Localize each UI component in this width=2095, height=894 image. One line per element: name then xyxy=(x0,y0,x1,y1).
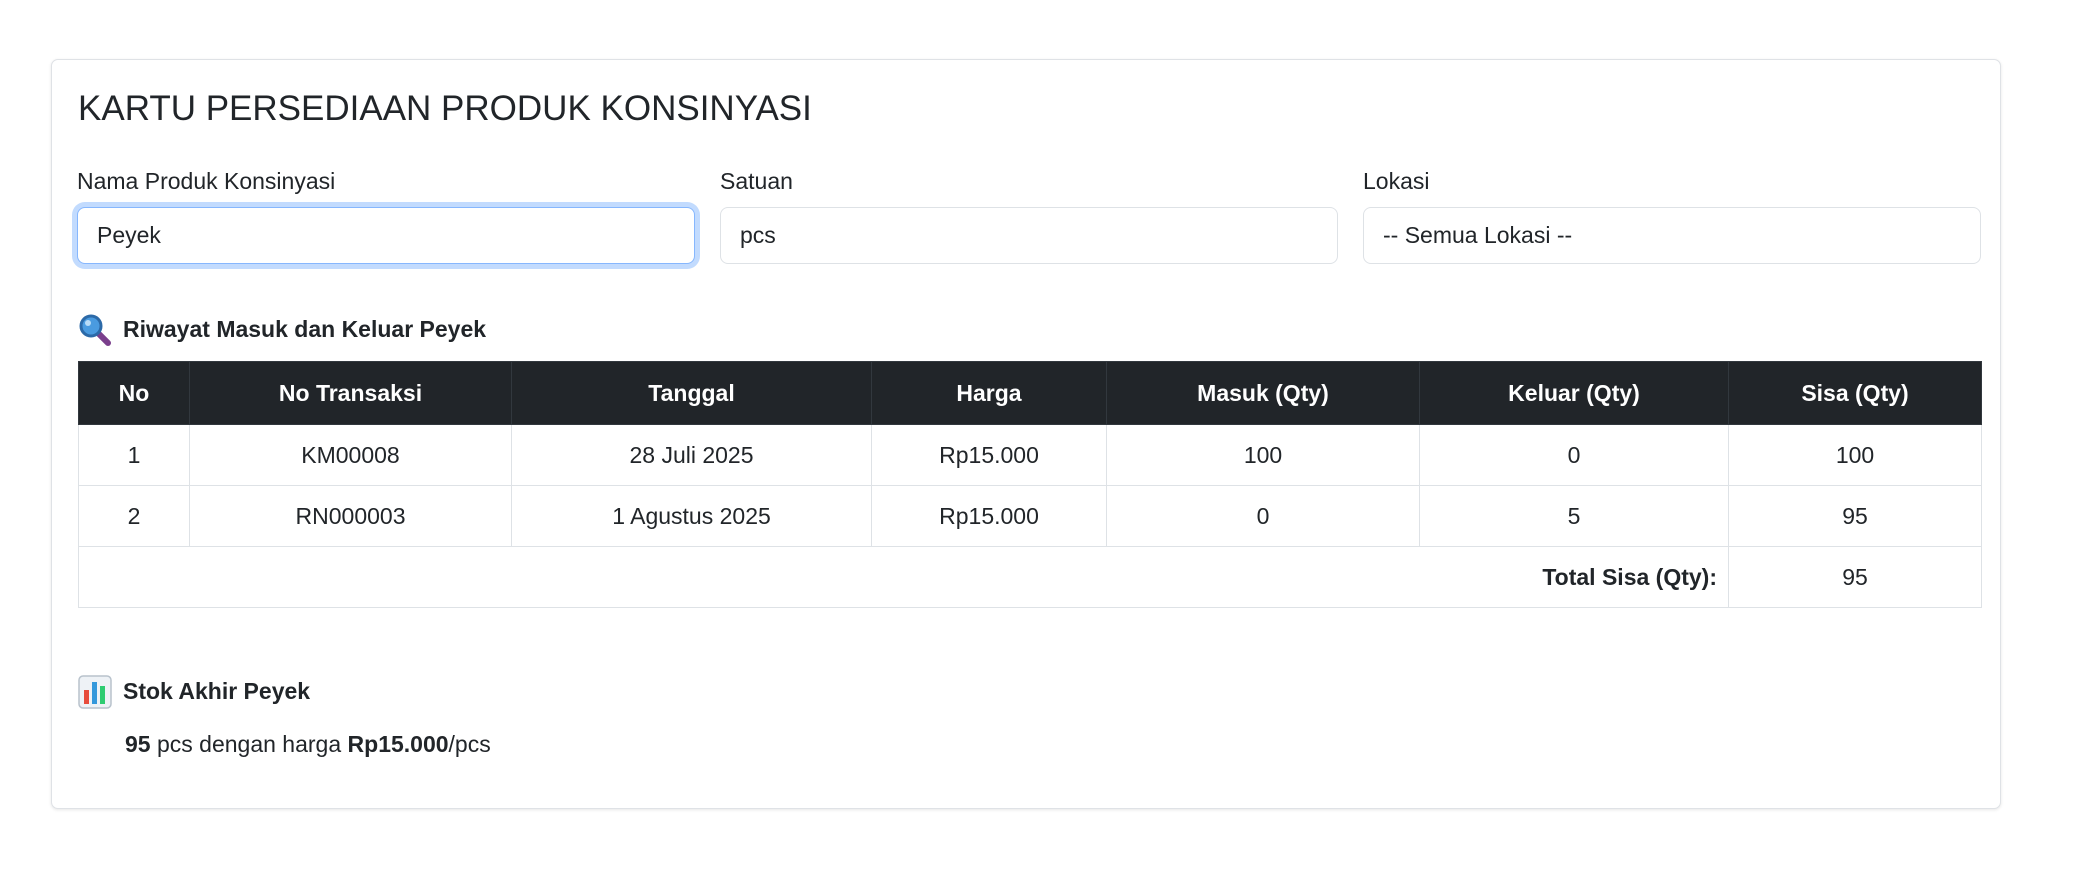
column-header: Sisa (Qty) xyxy=(1728,361,1982,425)
cell-in: 100 xyxy=(1106,424,1420,486)
cell-price: Rp15.000 xyxy=(871,485,1107,547)
cell-balance: 95 xyxy=(1728,485,1982,547)
unit-input[interactable]: pcs xyxy=(720,207,1338,264)
total-row: Total Sisa (Qty): 95 xyxy=(78,546,1982,608)
final-stock-price: Rp15.000 xyxy=(347,731,449,757)
total-label: Total Sisa (Qty): xyxy=(78,546,1729,608)
location-field: Lokasi -- Semua Lokasi -- xyxy=(1363,168,1981,264)
product-label: Nama Produk Konsinyasi xyxy=(77,168,336,194)
unit-field: Satuan pcs xyxy=(720,168,1338,264)
cell-out: 5 xyxy=(1419,485,1729,547)
cell-in: 0 xyxy=(1106,485,1420,547)
final-stock-summary: 95 pcs dengan harga Rp15.000/pcs xyxy=(125,731,491,759)
bar-chart-icon xyxy=(78,675,112,709)
cell-no: 1 xyxy=(78,424,190,486)
history-heading: Riwayat Masuk dan Keluar Peyek xyxy=(78,313,486,347)
cell-transaction: RN000003 xyxy=(189,485,512,547)
product-input[interactable]: Peyek xyxy=(77,207,695,264)
column-header: Masuk (Qty) xyxy=(1106,361,1420,425)
location-select[interactable]: -- Semua Lokasi -- xyxy=(1363,207,1981,264)
cell-no: 2 xyxy=(78,485,190,547)
final-stock-unit: /pcs xyxy=(448,731,491,757)
cell-price: Rp15.000 xyxy=(871,424,1107,486)
table-row: 2 RN000003 1 Agustus 2025 Rp15.000 0 5 9… xyxy=(78,485,1982,547)
magnifier-icon xyxy=(78,313,112,347)
column-header: No Transaksi xyxy=(189,361,512,425)
unit-label: Satuan xyxy=(720,168,793,194)
final-stock-heading: Stok Akhir Peyek xyxy=(78,675,310,709)
total-value: 95 xyxy=(1728,546,1982,608)
final-stock-heading-text: Stok Akhir Peyek xyxy=(123,678,311,705)
final-stock-qty: 95 xyxy=(125,731,151,757)
cell-balance: 100 xyxy=(1728,424,1982,486)
cell-date: 28 Juli 2025 xyxy=(511,424,872,486)
history-table: No No Transaksi Tanggal Harga Masuk (Qty… xyxy=(78,361,1982,608)
table-header-row: No No Transaksi Tanggal Harga Masuk (Qty… xyxy=(78,361,1982,425)
column-header: Harga xyxy=(871,361,1107,425)
product-field: Nama Produk Konsinyasi Peyek xyxy=(77,168,695,264)
column-header: Tanggal xyxy=(511,361,872,425)
column-header: No xyxy=(78,361,190,425)
cell-date: 1 Agustus 2025 xyxy=(511,485,872,547)
final-stock-text: pcs dengan harga xyxy=(156,731,342,757)
column-header: Keluar (Qty) xyxy=(1419,361,1729,425)
inventory-card: KARTU PERSEDIAAN PRODUK KONSINYASI Nama … xyxy=(51,59,2001,809)
table-row: 1 KM00008 28 Juli 2025 Rp15.000 100 0 10… xyxy=(78,424,1982,486)
cell-transaction: KM00008 xyxy=(189,424,512,486)
history-heading-text: Riwayat Masuk dan Keluar Peyek xyxy=(123,316,487,343)
location-label: Lokasi xyxy=(1363,168,1430,194)
cell-out: 0 xyxy=(1419,424,1729,486)
page-title: KARTU PERSEDIAAN PRODUK KONSINYASI xyxy=(78,89,812,128)
